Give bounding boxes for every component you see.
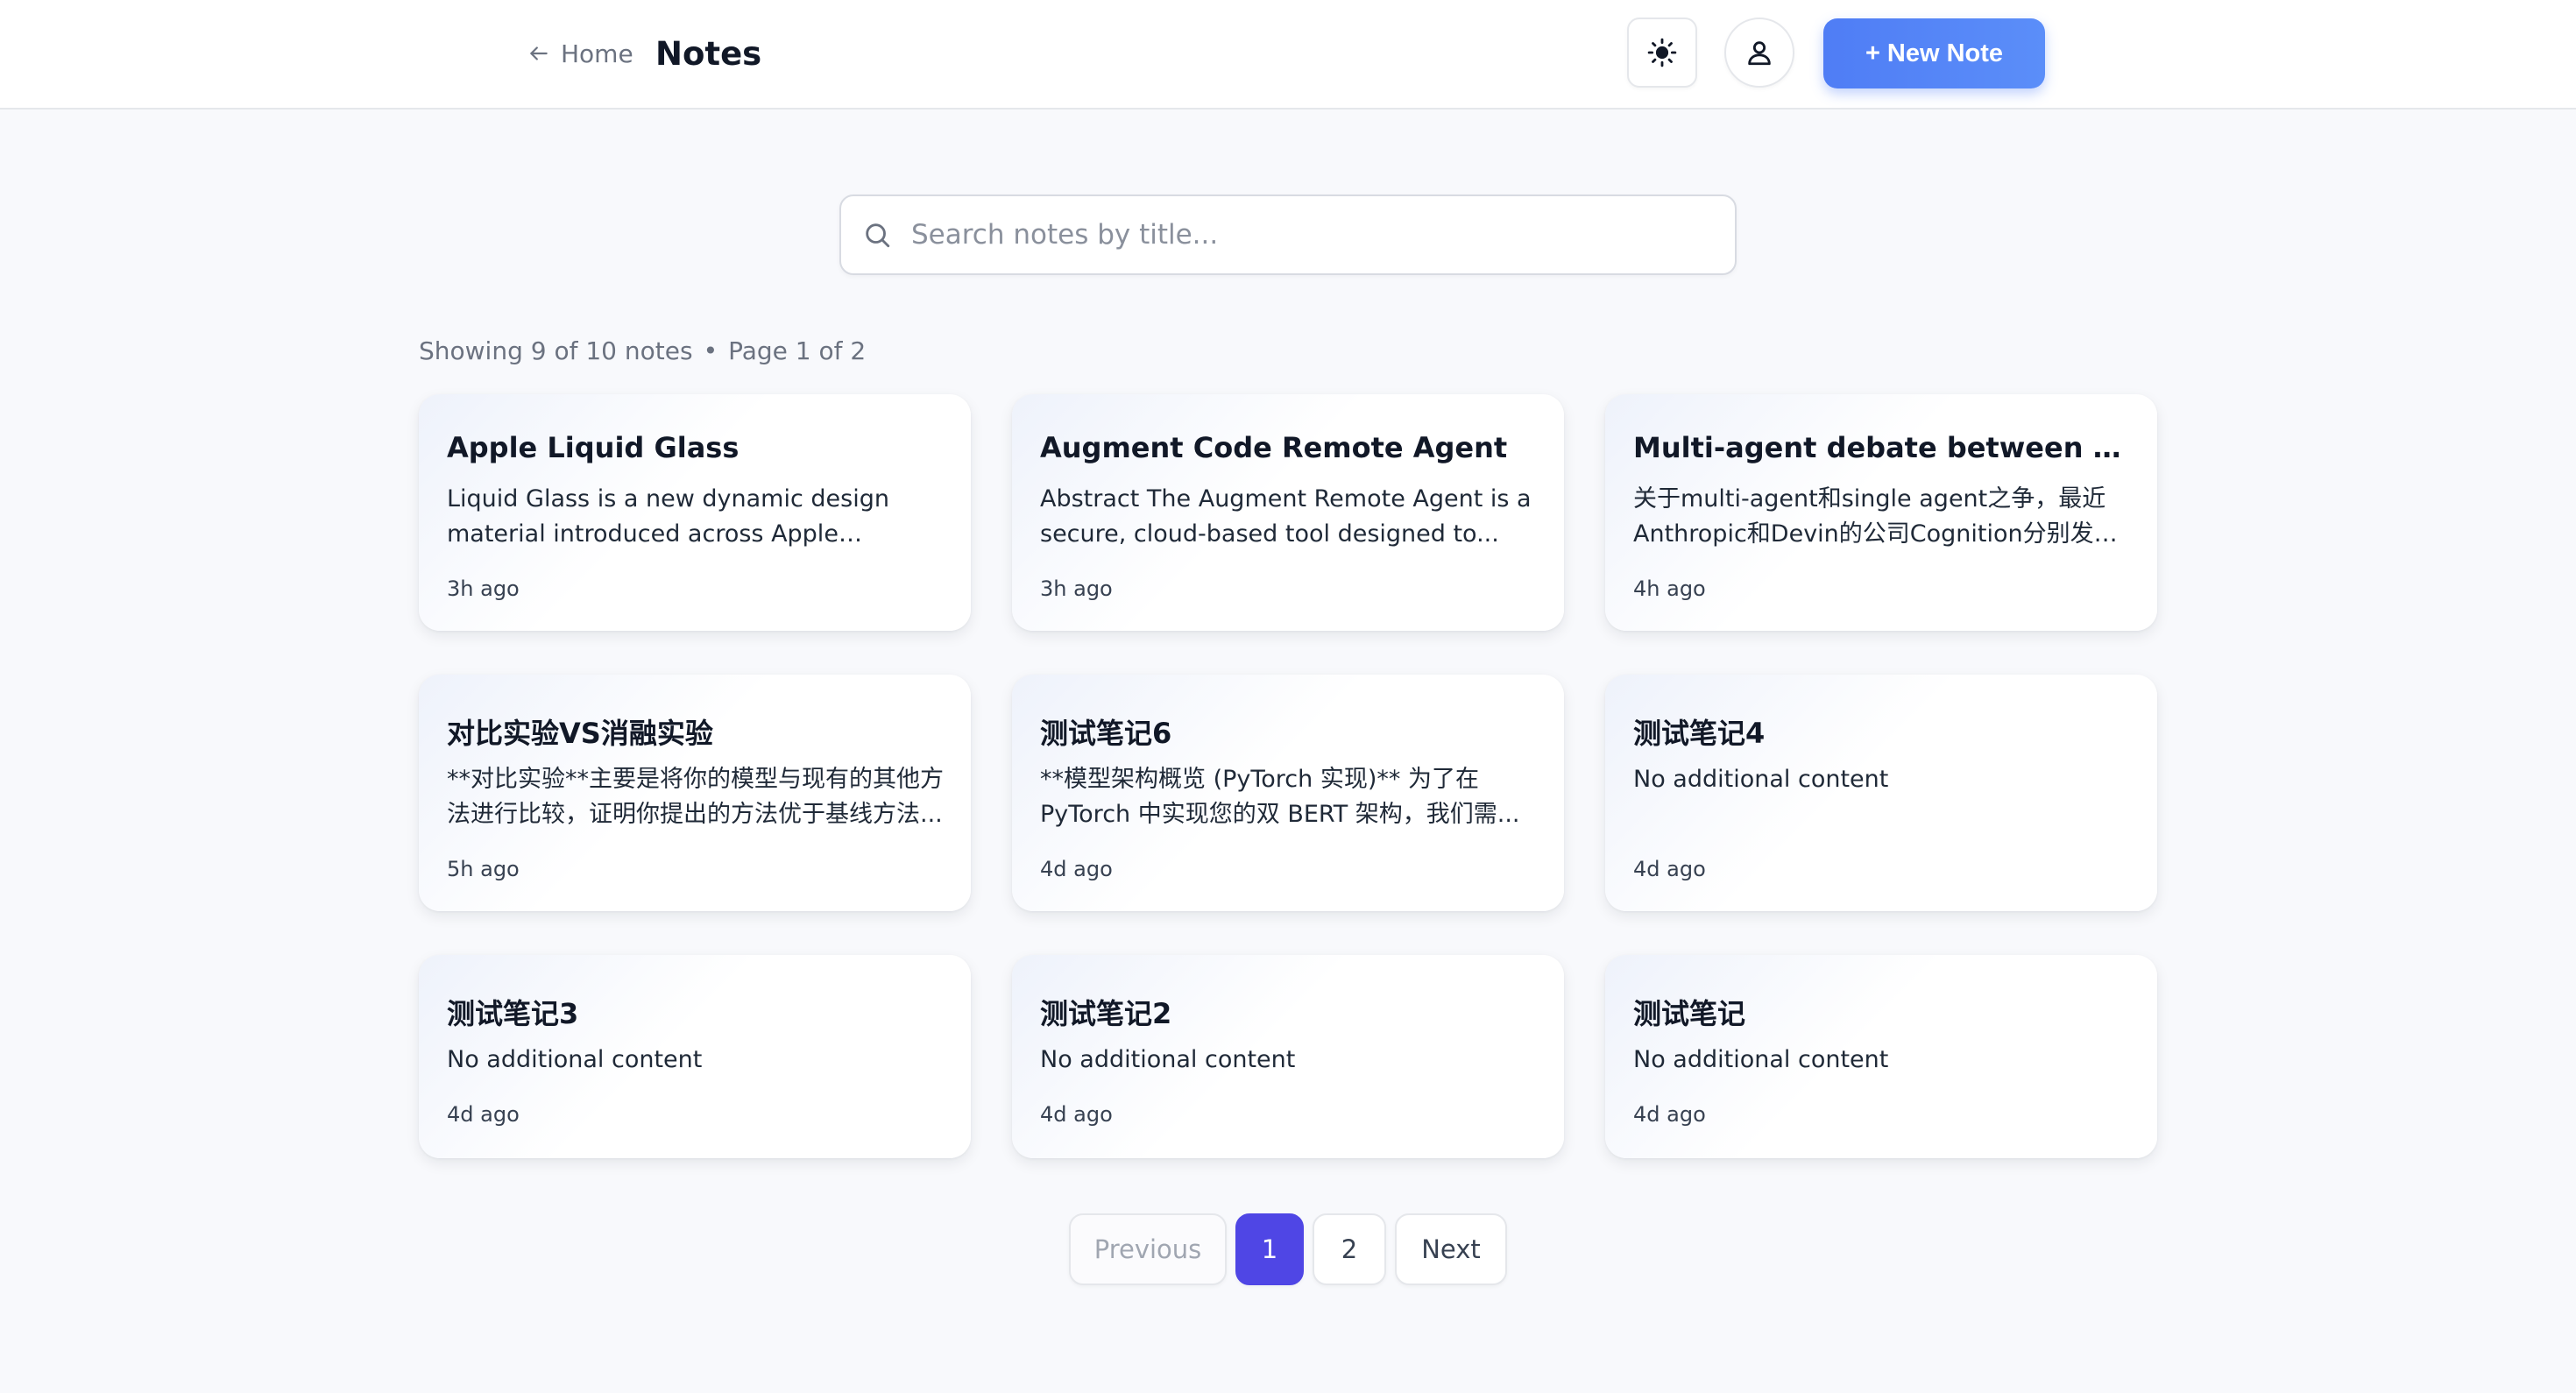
page-2-button[interactable]: 2 [1313, 1213, 1386, 1285]
note-timestamp: 4d ago [447, 1102, 520, 1127]
note-title: 对比实验VS消融实验 [447, 717, 713, 750]
top-bar: Home Notes + New Note [0, 0, 2576, 110]
note-card[interactable]: 测试笔记4 No additional content 4d ago [1605, 675, 2157, 911]
sun-icon [1647, 38, 1677, 67]
new-note-button[interactable]: + New Note [1823, 18, 2045, 88]
note-excerpt: **模型架构概览 (PyTorch 实现)** 为了在 PyTorch 中实现您… [1040, 766, 1520, 828]
arrow-left-icon [530, 46, 548, 60]
previous-page-button[interactable]: Previous [1069, 1213, 1227, 1285]
home-link[interactable]: Home [527, 32, 633, 75]
note-card[interactable]: 对比实验VS消融实验 **对比实验**主要是将你的模型与现有的其他方法进行比较，… [419, 675, 971, 911]
note-title: 测试笔记4 [1633, 717, 1766, 750]
note-title: 测试笔记 [1633, 997, 1746, 1030]
home-link-label: Home [561, 39, 633, 68]
note-timestamp: 4d ago [1633, 1102, 1706, 1127]
note-card[interactable]: 测试笔记2 No additional content 4d ago [1012, 955, 1564, 1158]
note-card[interactable]: 测试笔记 No additional content 4d ago [1605, 955, 2157, 1158]
results-count: Showing 9 of 10 notes [419, 336, 693, 365]
note-card[interactable]: Augment Code Remote Agent Abstract The A… [1012, 394, 1564, 631]
note-title: Augment Code Remote Agent [1040, 431, 1508, 464]
note-timestamp: 3h ago [1040, 576, 1113, 601]
note-timestamp: 3h ago [447, 576, 520, 601]
note-excerpt: 关于multi-agent和single agent之争，最近Anthropic… [1633, 485, 2106, 548]
note-title: 测试笔记6 [1040, 717, 1172, 750]
note-card[interactable]: 测试笔记3 No additional content 4d ago [419, 955, 971, 1158]
theme-toggle-button[interactable] [1627, 18, 1697, 88]
search-input[interactable] [911, 219, 1700, 251]
results-summary: Showing 9 of 10 notes • Page 1 of 2 [419, 333, 866, 368]
note-title: Apple Liquid Glass [447, 431, 740, 464]
note-excerpt: No additional content [447, 1046, 703, 1073]
page-1-button[interactable]: 1 [1235, 1213, 1304, 1285]
note-excerpt: No additional content [1633, 1046, 1889, 1073]
note-timestamp: 4h ago [1633, 576, 1706, 601]
note-card[interactable]: 测试笔记6 **模型架构概览 (PyTorch 实现)** 为了在 PyTorc… [1012, 675, 1564, 911]
note-card[interactable]: Multi-agent debate between Antro... 关于mu… [1605, 394, 2157, 631]
note-title: 测试笔记3 [447, 997, 579, 1030]
note-title: 测试笔记2 [1040, 997, 1172, 1030]
search-icon [866, 223, 890, 248]
note-timestamp: 4d ago [1633, 857, 1706, 881]
note-title: Multi-agent debate between Antro... [1633, 431, 2133, 464]
note-excerpt: No additional content [1040, 1046, 1296, 1073]
profile-button[interactable] [1724, 18, 1794, 88]
pagination: Previous 1 2 Next [1069, 1213, 1507, 1285]
note-timestamp: 4d ago [1040, 857, 1113, 881]
note-excerpt: No additional content [1633, 766, 1889, 793]
note-excerpt: Abstract The Augment Remote Agent is a s… [1040, 485, 1532, 548]
page-indicator: Page 1 of 2 [728, 336, 867, 365]
note-excerpt: Liquid Glass is a new dynamic design mat… [447, 485, 889, 548]
summary-separator: • [703, 336, 718, 365]
search-bar [839, 194, 1737, 275]
note-timestamp: 4d ago [1040, 1102, 1113, 1127]
page-title: Notes [655, 34, 762, 73]
note-card[interactable]: Apple Liquid Glass Liquid Glass is a new… [419, 394, 971, 631]
user-icon [1748, 41, 1771, 66]
next-page-button[interactable]: Next [1395, 1213, 1507, 1285]
note-excerpt: **对比实验**主要是将你的模型与现有的其他方法进行比较，证明你提出的方法优于基… [447, 766, 944, 828]
note-timestamp: 5h ago [447, 857, 520, 881]
